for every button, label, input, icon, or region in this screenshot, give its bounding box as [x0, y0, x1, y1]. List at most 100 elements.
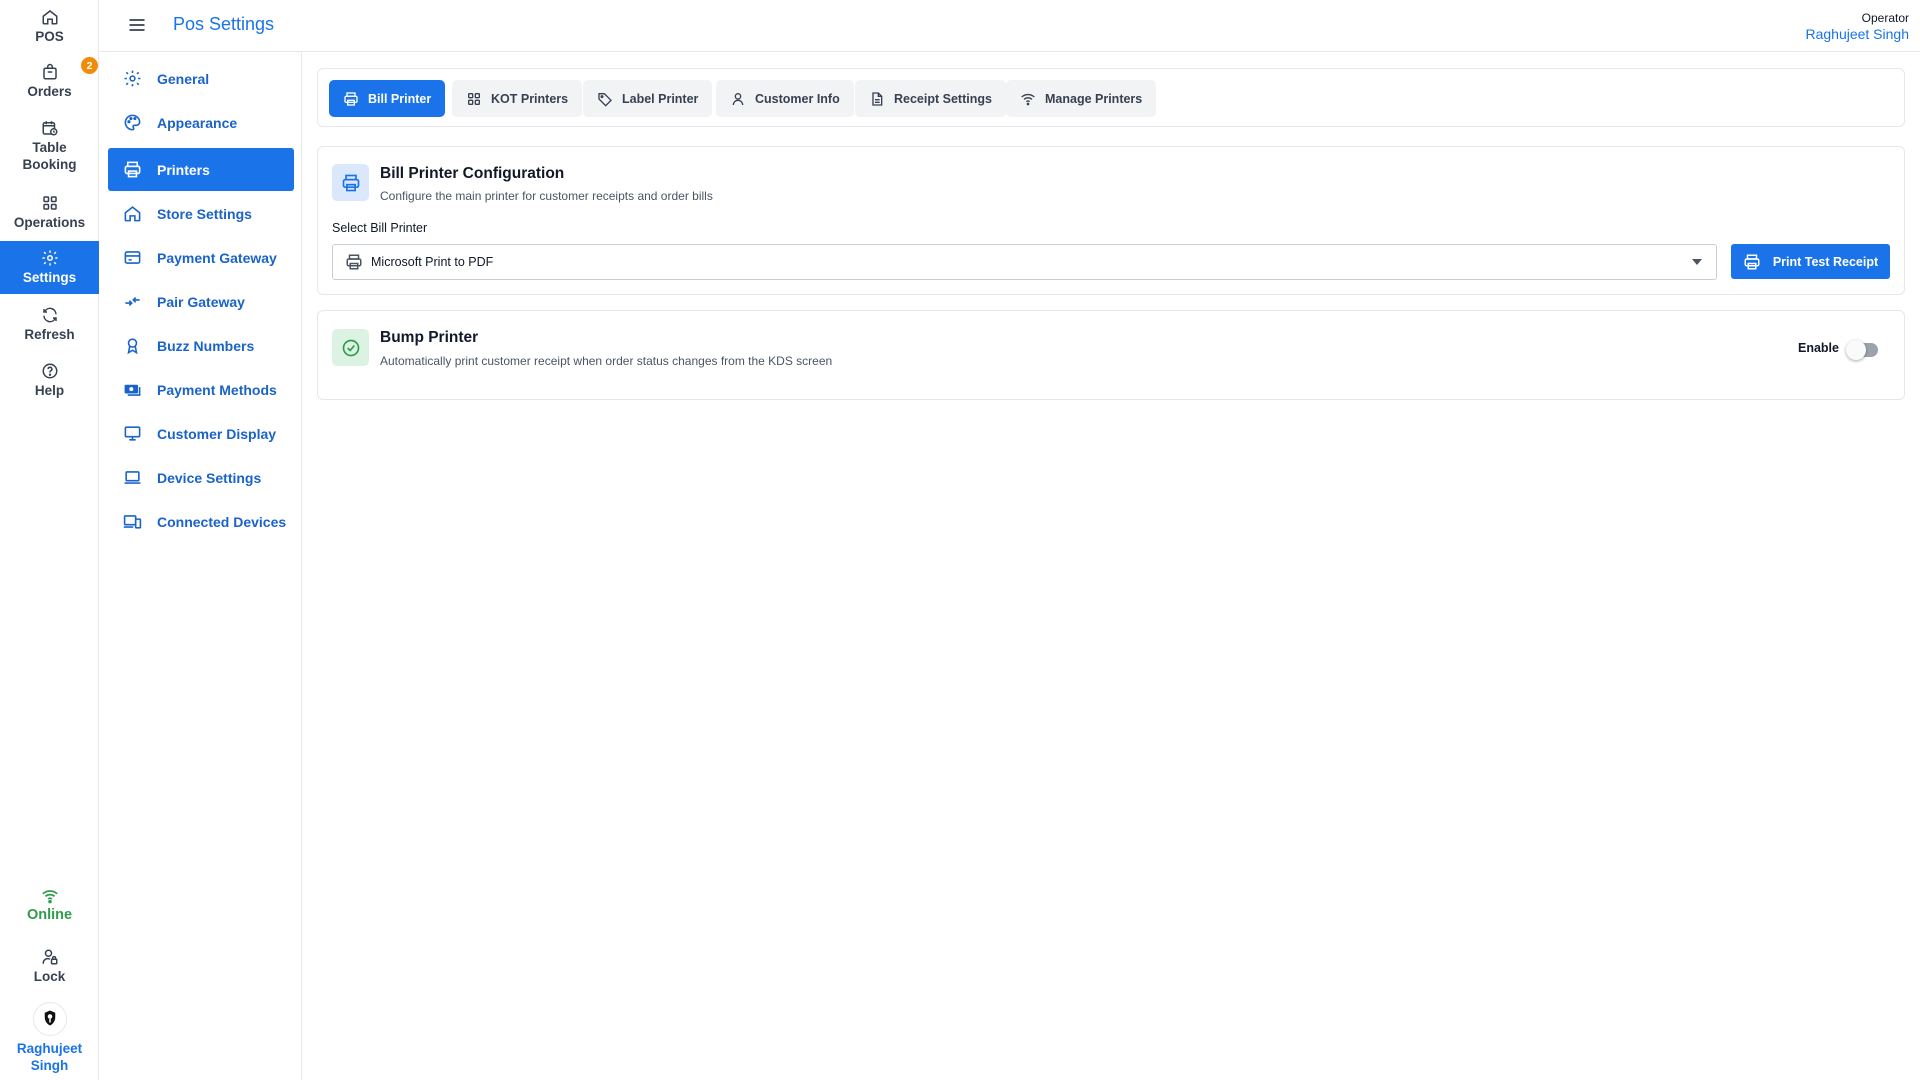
top-bar: Pos Settings Operator Raghujeet Singh — [100, 0, 1920, 52]
sidebar-item-store-settings[interactable]: Store Settings — [108, 192, 294, 235]
card-icon — [332, 329, 369, 366]
sidebar-item-connected-devices[interactable]: Connected Devices — [108, 500, 294, 543]
brand-logo-icon — [44, 1010, 55, 1026]
tab-kot-printers[interactable]: KOT Printers — [452, 80, 583, 117]
tag-icon — [598, 92, 612, 107]
operator-info: Operator Raghujeet Singh — [1805, 11, 1909, 42]
sidebar-item-label: Payment Methods — [157, 381, 277, 398]
sidebar-item-payment-methods[interactable]: Payment Methods — [108, 368, 294, 411]
rail-user[interactable]: Raghujeet Singh — [0, 1002, 99, 1074]
document-icon — [872, 91, 883, 106]
enable-label: Enable — [1798, 341, 1839, 355]
grid-icon — [468, 92, 480, 105]
award-icon — [127, 338, 138, 355]
tab-label: Label Printer — [622, 91, 699, 106]
lock-button[interactable]: Lock — [0, 948, 99, 988]
lock-label: Lock — [33, 969, 66, 984]
bump-printer-card: Bump Printer Automatically print custome… — [317, 310, 1905, 400]
selected-printer: Microsoft Print to PDF — [371, 255, 494, 269]
toggle-knob — [1846, 340, 1866, 360]
rail-item-pos[interactable]: POS — [0, 8, 99, 48]
card-title: Bill Printer Configuration — [380, 165, 565, 182]
monitor-icon — [124, 426, 141, 441]
printer-tabs: Bill Printer KOT Printers Label Printer … — [317, 68, 1905, 127]
menu-toggle-button[interactable] — [127, 15, 147, 35]
select-label: Select Bill Printer — [332, 221, 428, 235]
sidebar-item-pair-gateway[interactable]: Pair Gateway — [108, 280, 294, 323]
tab-label-printer[interactable]: Label Printer — [583, 80, 713, 117]
tab-bill-printer[interactable]: Bill Printer — [329, 80, 446, 117]
bump-printer-toggle[interactable] — [1846, 340, 1878, 360]
print-test-receipt-button[interactable]: Print Test Receipt — [1731, 244, 1890, 279]
settings-sidebar: General Appearance Printers Store Settin… — [100, 53, 302, 1080]
laptop-icon — [124, 471, 141, 484]
tab-label: Bill Printer — [368, 91, 432, 106]
gear-icon — [42, 250, 57, 266]
calendar-clock-icon — [42, 121, 57, 136]
user-lock-icon — [42, 949, 57, 965]
refresh-icon — [42, 307, 57, 323]
sidebar-item-buzz-numbers[interactable]: Buzz Numbers — [108, 324, 294, 367]
sidebar-item-customer-display[interactable]: Customer Display — [108, 412, 294, 455]
tab-manage-printers[interactable]: Manage Printers — [1006, 80, 1157, 117]
card-description: Automatically print customer receipt whe… — [380, 354, 833, 368]
home-icon — [42, 10, 57, 25]
orders-count-badge: 2 — [81, 57, 98, 74]
sidebar-item-label: Store Settings — [157, 205, 252, 222]
rail-label-pos: POS — [35, 29, 64, 44]
tab-customer-info[interactable]: Customer Info — [716, 80, 854, 117]
tab-label: Customer Info — [755, 91, 840, 106]
rail-item-refresh[interactable]: Refresh — [0, 306, 99, 346]
grid-icon — [42, 196, 57, 210]
operator-role: Operator — [1861, 11, 1909, 25]
check-circle-icon — [342, 339, 359, 356]
wifi-icon — [1021, 93, 1035, 105]
sidebar-item-device-settings[interactable]: Device Settings — [108, 456, 294, 499]
cash-icon — [124, 384, 141, 396]
card-title: Bump Printer — [380, 329, 479, 346]
sidebar-item-label: Device Settings — [157, 469, 262, 486]
sidebar-item-label: Connected Devices — [157, 513, 287, 530]
sidebar-item-label: General — [157, 70, 210, 87]
status-label: Online — [26, 907, 73, 923]
page-title: Pos Settings — [173, 14, 275, 34]
bill-printer-card: Bill Printer Configuration Configure the… — [317, 146, 1905, 295]
rail-item-settings[interactable]: Settings — [0, 241, 99, 294]
tab-receipt-settings[interactable]: Receipt Settings — [855, 80, 1006, 117]
palette-icon — [124, 114, 141, 131]
tab-label: KOT Printers — [491, 91, 569, 106]
sidebar-item-label: Pair Gateway — [157, 293, 245, 310]
gear-icon — [124, 70, 141, 87]
sidebar-item-appearance[interactable]: Appearance — [108, 101, 294, 144]
credit-card-icon — [124, 251, 141, 264]
sidebar-item-label: Printers — [157, 161, 210, 178]
wifi-icon — [41, 890, 58, 904]
connection-status: Online — [0, 887, 99, 927]
card-description: Configure the main printer for customer … — [380, 189, 713, 203]
sidebar-item-label: Payment Gateway — [157, 249, 277, 266]
printer-icon — [1744, 254, 1760, 269]
sidebar-item-payment-gateway[interactable]: Payment Gateway — [108, 236, 294, 279]
button-label: Print Test Receipt — [1772, 254, 1879, 269]
rail-user-name: Raghujeet Singh — [16, 1041, 83, 1073]
devices-icon — [123, 515, 142, 529]
tab-label: Manage Printers — [1045, 91, 1143, 106]
home-icon — [124, 206, 141, 222]
rail-item-table-booking[interactable]: Table Booking — [0, 119, 99, 175]
sidebar-item-printers[interactable]: Printers — [108, 148, 294, 191]
card-icon — [332, 164, 369, 201]
bill-printer-select[interactable]: Microsoft Print to PDF — [332, 244, 1717, 280]
avatar — [32, 1002, 67, 1036]
operator-name: Raghujeet Singh — [1805, 26, 1909, 42]
printer-icon — [346, 254, 362, 270]
printer-icon — [124, 161, 141, 178]
rail-item-operations[interactable]: Operations — [0, 194, 99, 234]
shopping-bag-icon — [42, 63, 57, 80]
printer-icon — [342, 174, 359, 191]
sidebar-item-general[interactable]: General — [108, 57, 294, 100]
app-rail: POS Orders 2 Table Booking Operations Se… — [0, 0, 99, 1080]
pair-arrows-icon — [125, 296, 140, 307]
rail-label-table-booking: Table Booking — [22, 140, 77, 172]
tab-label: Receipt Settings — [894, 91, 992, 106]
rail-item-help[interactable]: Help — [0, 362, 99, 402]
